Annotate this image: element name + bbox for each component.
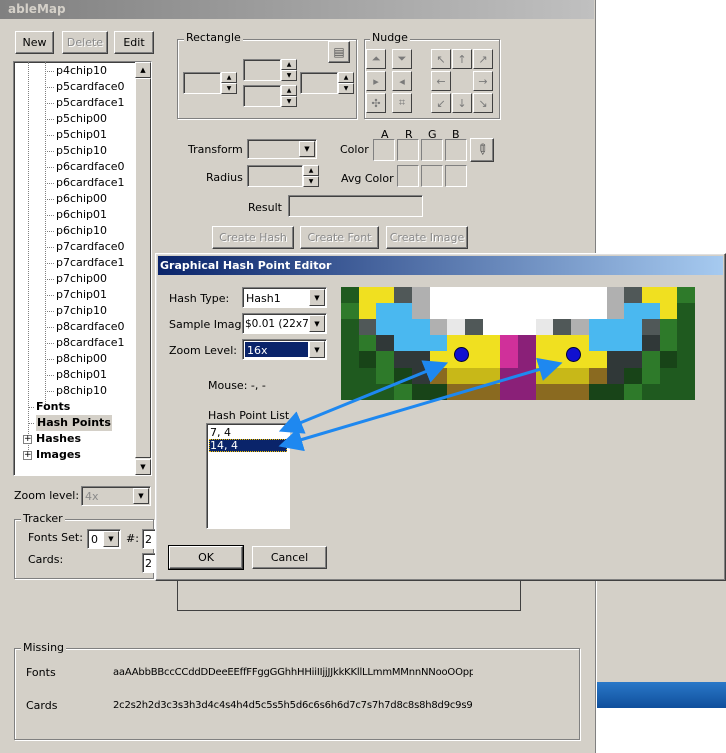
arrow-line-2 bbox=[278, 357, 563, 452]
annotation-arrows bbox=[278, 357, 563, 452]
arrow-line-1 bbox=[278, 360, 449, 434]
